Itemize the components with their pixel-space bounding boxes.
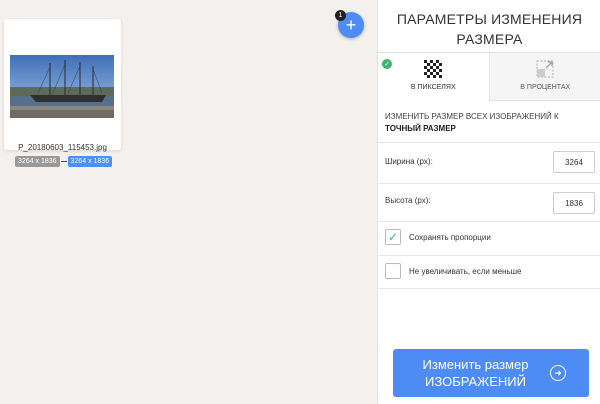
no-enlarge-row: Не увеличивать, если меньше [378, 255, 600, 289]
dimensions-row: 3264 x 1836 3264 x 1836 [15, 156, 113, 167]
keep-ratio-row: ✓ Сохранять пропорции [378, 221, 600, 255]
panel-title: ПАРАМЕТРЫ ИЗМЕНЕНИЯ РАЗМЕРА [378, 9, 600, 49]
submit-label-line2: ИЗОБРАЖЕНИЙ [425, 374, 526, 389]
file-card[interactable]: P_20180603_115453.jpg 3264 x 1836 3264 x… [4, 19, 121, 167]
height-input[interactable] [553, 192, 595, 214]
new-size-badge: 3264 x 1836 [67, 156, 113, 167]
submit-label-line1: Изменить размер [422, 357, 529, 372]
description-text: ИЗМЕНИТЬ РАЗМЕР ВСЕХ ИЗОБРАЖЕНИЙ К [385, 112, 559, 121]
submit-label: Изменить размер ИЗОБРАЖЕНИЙ [403, 356, 548, 390]
tab-pixels-label: В ПИКСЕЛЯХ [410, 84, 456, 91]
width-row: Ширина (px): [378, 142, 600, 183]
resize-description: ИЗМЕНИТЬ РАЗМЕР ВСЕХ ИЗОБРАЖЕНИЙ К ТОЧНЫ… [385, 111, 595, 135]
no-enlarge-checkbox[interactable] [385, 263, 401, 279]
tab-percent[interactable]: В ПРОЦЕНТАХ [489, 53, 600, 101]
keep-ratio-label: Сохранять пропорции [409, 233, 491, 242]
keep-ratio-checkbox[interactable]: ✓ [385, 229, 401, 245]
pixels-icon [424, 60, 443, 78]
check-icon: ✓ [382, 59, 392, 69]
tab-percent-label: В ПРОЦЕНТАХ [520, 84, 571, 91]
no-enlarge-label: Не увеличивать, если меньше [409, 267, 522, 276]
arrow-right-icon [60, 161, 67, 162]
file-name: P_20180603_115453.jpg [18, 143, 107, 152]
percent-resize-icon [536, 60, 554, 78]
workspace: P_20180603_115453.jpg 3264 x 1836 3264 x… [0, 0, 377, 404]
arrow-circle-right-icon: ➜ [550, 365, 566, 381]
plus-icon: + [345, 15, 357, 35]
tab-pixels[interactable]: ✓ В ПИКСЕЛЯХ [378, 53, 490, 101]
width-label: Ширина (px): [385, 157, 433, 166]
checkmark-icon: ✓ [387, 230, 399, 244]
image-thumbnail [10, 55, 114, 118]
description-mode: ТОЧНЫЙ РАЗМЕР [385, 124, 456, 133]
width-input[interactable] [553, 151, 595, 173]
original-size-badge: 3264 x 1836 [15, 156, 60, 167]
height-row: Высота (px): [378, 183, 600, 221]
resize-images-button[interactable]: Изменить размер ИЗОБРАЖЕНИЙ ➜ [393, 349, 589, 397]
height-label: Высота (px): [385, 196, 431, 205]
panel-title-line2: РАЗМЕРА [456, 31, 523, 47]
resize-mode-tabs: ✓ В ПИКСЕЛЯХ В ПРОЦЕНТАХ [378, 52, 600, 101]
file-count-badge: 1 [335, 10, 346, 21]
resize-options-panel: ПАРАМЕТРЫ ИЗМЕНЕНИЯ РАЗМЕРА ✓ В ПИКСЕЛЯХ… [377, 0, 600, 404]
panel-title-line1: ПАРАМЕТРЫ ИЗМЕНЕНИЯ [396, 11, 583, 27]
